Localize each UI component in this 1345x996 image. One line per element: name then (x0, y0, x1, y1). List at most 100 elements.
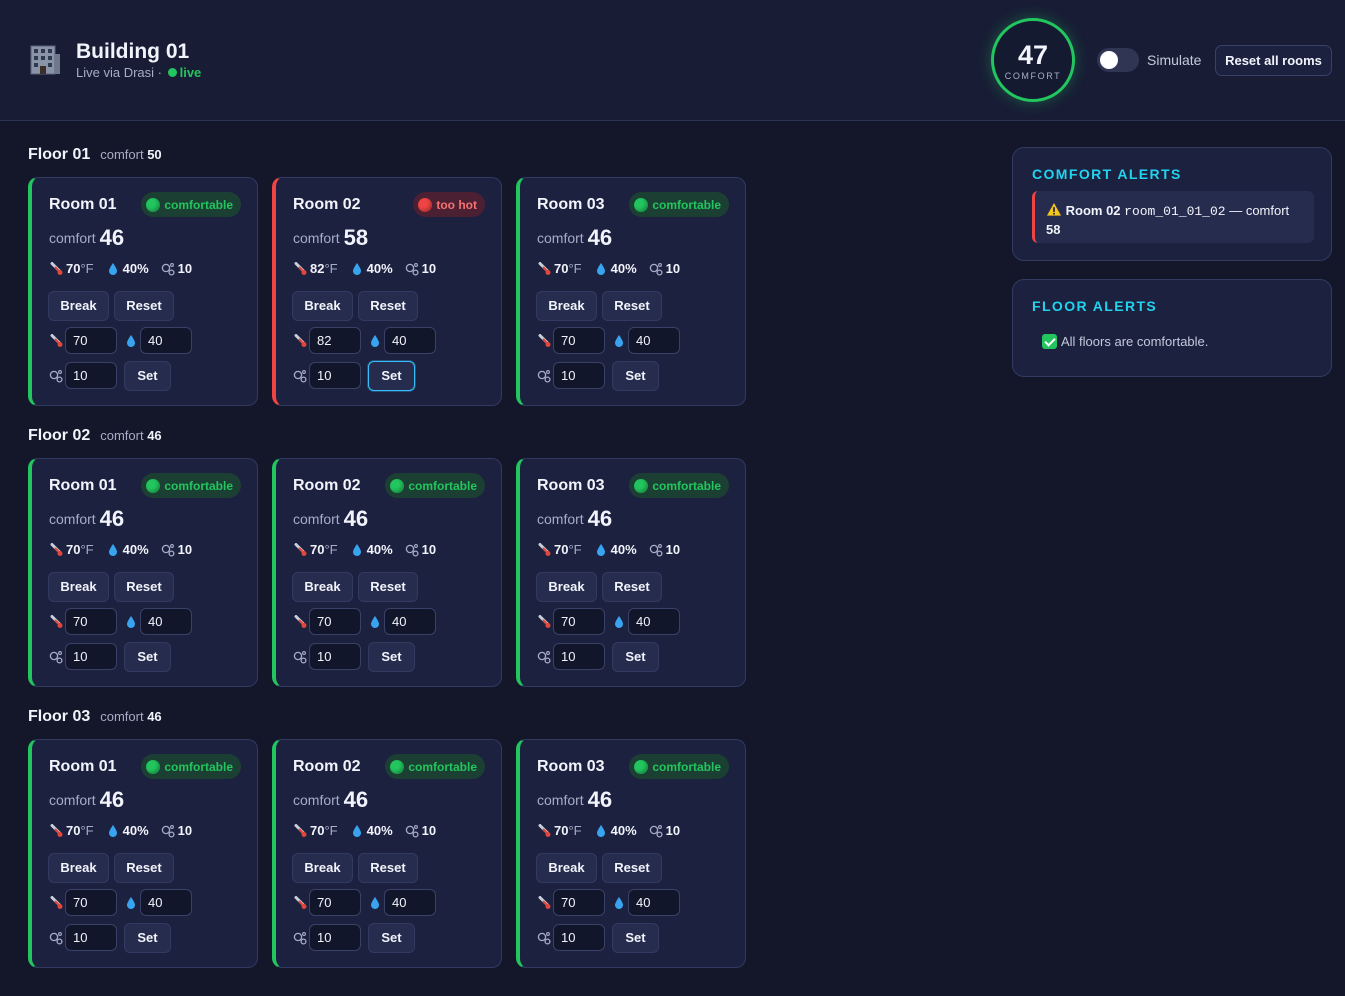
floor-comfort: comfort 50 (100, 147, 161, 162)
co2-input[interactable] (65, 362, 117, 389)
co2-input[interactable] (553, 643, 605, 670)
room-card: Room 03 comfortable comfort 46 70 °F 40% 10 Bre… (516, 739, 746, 968)
co2-input[interactable] (553, 924, 605, 951)
room-comfort: comfort 58 (293, 225, 368, 251)
room-status-text: comfortable (652, 478, 721, 493)
reset-button[interactable]: Reset (114, 572, 174, 602)
co2-input[interactable] (65, 643, 117, 670)
room-name: Room 02 (293, 758, 361, 775)
humidity-input[interactable] (384, 327, 436, 354)
room-comfort-value: 46 (587, 506, 613, 531)
reset-button[interactable]: Reset (358, 291, 418, 321)
reset-button[interactable]: Reset (114, 853, 174, 883)
comfort-alerts-title: COMFORT ALERTS (1032, 166, 1182, 182)
humidity-input[interactable] (384, 608, 436, 635)
temperature-input[interactable] (553, 889, 605, 916)
room-name: Room 03 (537, 477, 605, 494)
temperature-input[interactable] (309, 889, 361, 916)
floor-name: Floor 03 (28, 708, 91, 725)
humidity-reading: 40% (106, 261, 149, 276)
temperature-input-icon (49, 896, 63, 910)
set-button[interactable]: Set (612, 361, 659, 391)
co2-input-icon (537, 369, 551, 383)
top-bar: Building 01 Live via Drasi · live 47 COM… (0, 0, 1345, 121)
break-button[interactable]: Break (48, 291, 109, 321)
co2-input[interactable] (553, 362, 605, 389)
co2-bubbles-icon (161, 262, 175, 276)
humidity-input[interactable] (628, 889, 680, 916)
co2-input[interactable] (65, 924, 117, 951)
co2-input[interactable] (309, 643, 361, 670)
set-button[interactable]: Set (124, 923, 171, 953)
co2-input[interactable] (309, 924, 361, 951)
room-readings: 82 °F 40% 10 (293, 261, 448, 276)
temperature-input[interactable] (553, 327, 605, 354)
break-button[interactable]: Break (292, 291, 353, 321)
reset-button[interactable]: Reset (602, 853, 662, 883)
break-button[interactable]: Break (48, 853, 109, 883)
set-button[interactable]: Set (612, 923, 659, 953)
reset-button[interactable]: Reset (358, 853, 418, 883)
co2-value: 10 (665, 823, 681, 838)
set-button[interactable]: Set (124, 642, 171, 672)
humidity-input[interactable] (140, 608, 192, 635)
co2-input-icon (293, 369, 307, 383)
humidity-input[interactable] (140, 327, 192, 354)
temperature-value: 70 (66, 823, 81, 838)
set-button[interactable]: Set (368, 923, 415, 953)
temperature-reading: 70 °F (293, 542, 338, 557)
break-button[interactable]: Break (536, 853, 597, 883)
thermometer-icon (50, 334, 63, 347)
floor-comfort-value: 46 (147, 428, 162, 443)
building-comfort-value: 47 (1017, 40, 1049, 70)
co2-bubbles-icon (405, 824, 419, 838)
temperature-input[interactable] (65, 608, 117, 635)
temperature-input[interactable] (309, 327, 361, 354)
temperature-input[interactable] (553, 608, 605, 635)
toggle-knob (1100, 51, 1118, 69)
temperature-input[interactable] (309, 608, 361, 635)
room-comfort-value: 46 (343, 506, 369, 531)
room-readings: 70 °F 40% 10 (49, 542, 204, 557)
room-name: Room 01 (49, 758, 117, 775)
room-card: Room 02 comfortable comfort 46 70 °F 40% 10 Bre… (272, 739, 502, 968)
droplet-icon (371, 335, 379, 347)
humidity-input[interactable] (384, 889, 436, 916)
set-button[interactable]: Set (368, 361, 415, 391)
reset-button[interactable]: Reset (602, 572, 662, 602)
break-button[interactable]: Break (48, 572, 109, 602)
reset-button[interactable]: Reset (114, 291, 174, 321)
humidity-input[interactable] (140, 889, 192, 916)
temperature-input[interactable] (65, 327, 117, 354)
temperature-reading: 70 °F (537, 542, 582, 557)
building-title: Building 01 (76, 40, 190, 63)
humidity-input[interactable] (628, 327, 680, 354)
break-button[interactable]: Break (292, 853, 353, 883)
droplet-icon (352, 824, 361, 837)
reset-button[interactable]: Reset (358, 572, 418, 602)
room-status-text: comfortable (652, 197, 721, 212)
break-button[interactable]: Break (536, 572, 597, 602)
break-button[interactable]: Break (536, 291, 597, 321)
simulate-toggle[interactable] (1097, 48, 1139, 72)
thermometer-icon (50, 542, 63, 556)
reset-all-rooms-button[interactable]: Reset all rooms (1215, 45, 1332, 76)
temperature-unit: °F (568, 823, 582, 838)
room-comfort: comfort 46 (537, 225, 612, 251)
temperature-input-icon (293, 896, 307, 910)
temperature-input[interactable] (65, 889, 117, 916)
break-button[interactable]: Break (292, 572, 353, 602)
building-subtitle: Live via Drasi · live (76, 65, 201, 80)
droplet-icon (127, 335, 135, 347)
room-comfort-label: comfort (537, 230, 584, 246)
floor-header: Floor 01 comfort 50 (28, 146, 162, 164)
set-button[interactable]: Set (612, 642, 659, 672)
set-button[interactable]: Set (124, 361, 171, 391)
alert-room-id: room_01_01_02 (1124, 204, 1226, 219)
co2-input[interactable] (309, 362, 361, 389)
temperature-input-icon (49, 334, 63, 348)
humidity-input[interactable] (628, 608, 680, 635)
reset-button[interactable]: Reset (602, 291, 662, 321)
set-button[interactable]: Set (368, 642, 415, 672)
humidity-value: 40 (610, 542, 626, 557)
